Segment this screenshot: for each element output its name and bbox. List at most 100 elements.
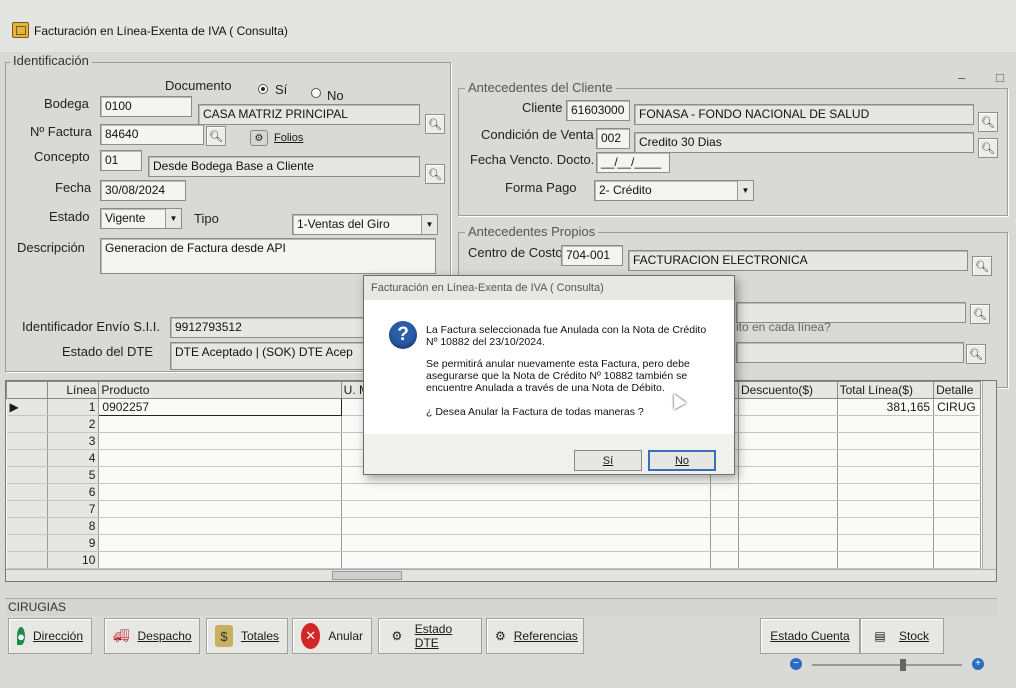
umedida-cell[interactable]: [341, 534, 712, 552]
umedida-cell[interactable]: [341, 500, 712, 518]
product-cell[interactable]: [98, 483, 342, 501]
descuento-cell[interactable]: [738, 517, 838, 535]
umedida-cell[interactable]: [341, 551, 712, 569]
descuento-cell[interactable]: [738, 432, 838, 450]
descuento-cell[interactable]: [738, 398, 838, 416]
total-cell[interactable]: [837, 449, 935, 467]
factura-field[interactable]: 84640: [100, 124, 204, 145]
grid-vertical-scrollbar[interactable]: [982, 381, 996, 581]
descuento-cell[interactable]: [738, 534, 838, 552]
umedida-cell[interactable]: [341, 483, 712, 501]
detalle-cell[interactable]: [933, 432, 981, 450]
descuento-cell[interactable]: [738, 551, 838, 569]
col-producto[interactable]: Producto: [98, 381, 342, 399]
folios-button[interactable]: ⚙ Folios: [250, 128, 322, 148]
total-cell[interactable]: [837, 432, 935, 450]
detalle-cell[interactable]: [933, 449, 981, 467]
totales-button[interactable]: $ Totales: [206, 618, 288, 654]
umedida-cell[interactable]: [341, 517, 712, 535]
estado-dte-button[interactable]: ⚙ Estado DTE: [378, 618, 482, 654]
price-cell[interactable]: [710, 483, 740, 501]
col-total[interactable]: Total Línea($): [836, 381, 935, 399]
bodega-code-field[interactable]: 0100: [100, 96, 192, 117]
price-cell[interactable]: [710, 534, 740, 552]
radio-si[interactable]: [258, 84, 268, 94]
product-cell[interactable]: [98, 500, 342, 518]
tipo-select[interactable]: 1-Ventas del Giro ▼: [292, 214, 438, 235]
factura-lookup-button[interactable]: 🔍︎: [206, 126, 226, 146]
maximize-button[interactable]: □: [996, 70, 1004, 85]
radio-no[interactable]: [311, 88, 321, 98]
concepto-lookup-button[interactable]: 🔍︎: [425, 164, 445, 184]
table-row[interactable]: 8: [6, 517, 981, 535]
product-cell[interactable]: [98, 534, 342, 552]
zoom-slider[interactable]: [812, 659, 962, 671]
condicion-lookup-button[interactable]: 🔍︎: [978, 138, 998, 158]
product-cell[interactable]: [98, 449, 342, 467]
concepto-code-field[interactable]: 01: [100, 150, 142, 171]
table-row[interactable]: 6: [6, 483, 981, 501]
col-linea[interactable]: Línea: [47, 381, 100, 399]
product-cell[interactable]: [98, 415, 342, 433]
total-cell[interactable]: [837, 483, 935, 501]
referencias-button[interactable]: ⚙ Referencias: [486, 618, 584, 654]
zoom-out-icon[interactable]: −: [790, 658, 802, 670]
direccion-button[interactable]: ● Dirección: [8, 618, 92, 654]
estado-select[interactable]: Vigente ▼: [100, 208, 182, 229]
centro-lookup-button[interactable]: 🔍︎: [972, 256, 992, 276]
detalle-cell[interactable]: [933, 517, 981, 535]
despacho-button[interactable]: 🚚︎ Despacho: [104, 618, 200, 654]
descuento-cell[interactable]: [738, 500, 838, 518]
minimize-button[interactable]: –: [958, 70, 965, 85]
total-cell[interactable]: [837, 551, 935, 569]
table-row[interactable]: 10: [6, 551, 981, 569]
scrollbar-thumb[interactable]: [332, 571, 402, 580]
detalle-cell[interactable]: [933, 534, 981, 552]
detalle-cell[interactable]: [933, 415, 981, 433]
fecha-field[interactable]: 30/08/2024: [100, 180, 186, 201]
estado-cuenta-button[interactable]: Estado Cuenta: [760, 618, 860, 654]
price-cell[interactable]: [710, 551, 740, 569]
descuento-cell[interactable]: [738, 466, 838, 484]
total-cell[interactable]: [837, 500, 935, 518]
total-cell[interactable]: [837, 466, 935, 484]
col-detalle[interactable]: Detalle: [933, 381, 981, 399]
col-descuento[interactable]: Descuento($): [738, 381, 838, 399]
anular-button[interactable]: ✕ Anular: [292, 618, 372, 654]
cliente-code-field[interactable]: 61603000: [566, 100, 630, 121]
total-cell[interactable]: [837, 534, 935, 552]
detalle-cell[interactable]: [933, 466, 981, 484]
product-cell[interactable]: [98, 466, 342, 484]
bodega-lookup-button[interactable]: 🔍︎: [425, 114, 445, 134]
centro-code-field[interactable]: 704-001: [561, 245, 623, 266]
table-row[interactable]: 9: [6, 534, 981, 552]
product-cell[interactable]: [98, 432, 342, 450]
propios-lookup-button-2[interactable]: 🔍︎: [970, 304, 990, 324]
price-cell[interactable]: [710, 500, 740, 518]
detalle-cell[interactable]: [933, 500, 981, 518]
yes-button[interactable]: Sí: [574, 450, 642, 471]
zoom-slider-thumb[interactable]: [900, 659, 906, 671]
cliente-lookup-button[interactable]: 🔍︎: [978, 112, 998, 132]
propios-lookup-button-3[interactable]: 🔍︎: [966, 344, 986, 364]
product-cell[interactable]: [98, 517, 342, 535]
price-cell[interactable]: [710, 517, 740, 535]
total-cell[interactable]: [837, 415, 935, 433]
grid-horizontal-scrollbar[interactable]: [6, 569, 996, 581]
detalle-cell[interactable]: [933, 483, 981, 501]
no-button[interactable]: No: [648, 450, 716, 471]
total-cell[interactable]: 381,165: [837, 398, 935, 416]
descuento-cell[interactable]: [738, 449, 838, 467]
zoom-in-icon[interactable]: +: [972, 658, 984, 670]
total-cell[interactable]: [837, 517, 935, 535]
descuento-cell[interactable]: [738, 483, 838, 501]
table-row[interactable]: 7: [6, 500, 981, 518]
detalle-cell[interactable]: CIRUG: [933, 398, 981, 416]
vencto-field[interactable]: __/__/____: [596, 152, 670, 173]
product-cell[interactable]: [98, 551, 342, 569]
formapago-select[interactable]: 2- Crédito ▼: [594, 180, 754, 201]
descuento-cell[interactable]: [738, 415, 838, 433]
descripcion-field[interactable]: Generacion de Factura desde API: [100, 238, 436, 274]
stock-button[interactable]: ▤ Stock: [860, 618, 944, 654]
detalle-cell[interactable]: [933, 551, 981, 569]
